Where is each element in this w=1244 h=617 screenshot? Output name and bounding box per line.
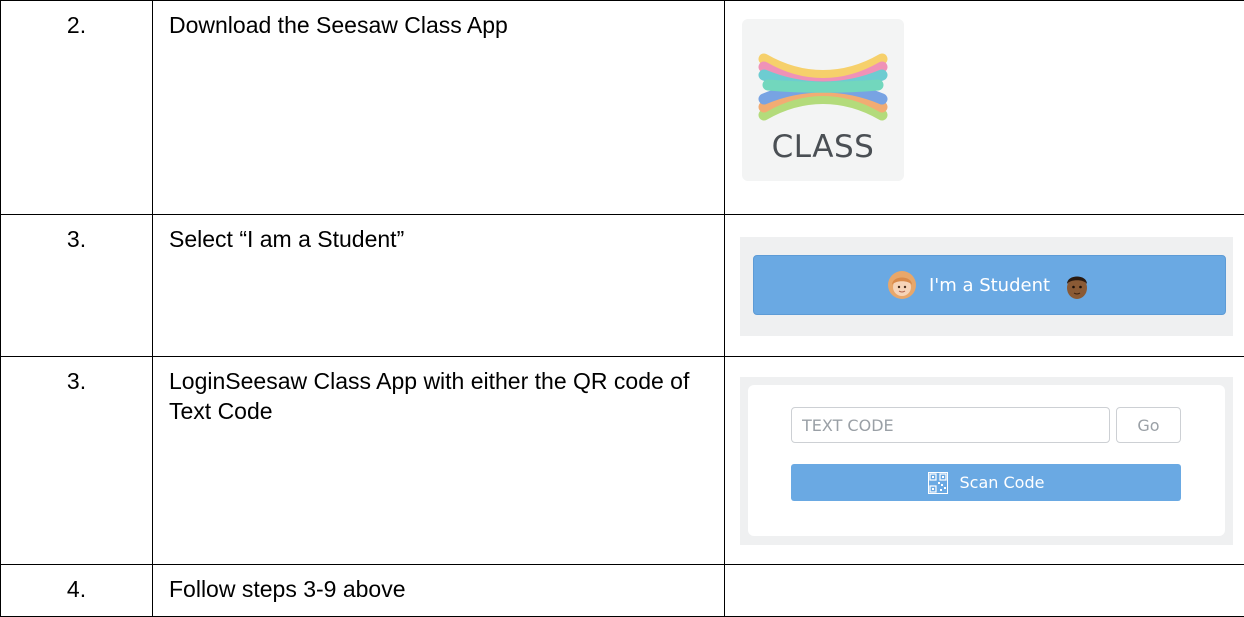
student-button-panel: I'm a Student: [740, 237, 1233, 336]
login-panel: Go: [740, 377, 1233, 545]
table-row: 4. Follow steps 3-9 above: [1, 565, 1244, 617]
step-number-cell: 3.: [1, 357, 153, 565]
step-instruction-cell: Select “I am a Student”: [153, 215, 725, 357]
table-row: 3. LoginSeesaw Class App with either the…: [1, 357, 1244, 565]
student-button-label: I'm a Student: [929, 275, 1050, 296]
login-card: Go: [748, 385, 1225, 536]
im-a-student-button[interactable]: I'm a Student: [753, 255, 1226, 315]
step-instruction-cell: Download the Seesaw Class App: [153, 1, 725, 215]
step-instruction: Select “I am a Student”: [153, 215, 724, 254]
girl-avatar-icon: [887, 270, 917, 300]
seesaw-class-app-icon: CLASS: [742, 19, 904, 181]
step-number: 4.: [1, 565, 152, 604]
step-instruction: Follow steps 3-9 above: [153, 565, 724, 604]
step-visual-cell: I'm a Student: [725, 215, 1244, 357]
step-visual-cell: [725, 565, 1244, 617]
step-instruction-cell: Follow steps 3-9 above: [153, 565, 725, 617]
table-row: 2. Download the Seesaw Class App: [1, 1, 1244, 215]
step-instruction: Download the Seesaw Class App: [153, 1, 724, 40]
boy-avatar-icon: [1062, 270, 1092, 300]
app-icon-label: CLASS: [742, 129, 904, 165]
step-instruction: LoginSeesaw Class App with either the QR…: [153, 357, 724, 426]
scan-code-label: Scan Code: [960, 473, 1045, 492]
text-code-input[interactable]: [791, 407, 1110, 443]
step-number: 2.: [1, 1, 152, 40]
step-visual-cell: Go: [725, 357, 1244, 565]
step-number-cell: 2.: [1, 1, 153, 215]
step-number-cell: 3.: [1, 215, 153, 357]
step-number-cell: 4.: [1, 565, 153, 617]
step-visual-cell: CLASS: [725, 1, 1244, 215]
go-button[interactable]: Go: [1116, 407, 1181, 443]
step-instruction-cell: LoginSeesaw Class App with either the QR…: [153, 357, 725, 565]
scan-code-button[interactable]: Scan Code: [791, 464, 1181, 501]
qr-code-icon: [928, 472, 948, 494]
step-number: 3.: [1, 215, 152, 254]
step-number: 3.: [1, 357, 152, 396]
table-row: 3. Select “I am a Student” I'm a Student: [1, 215, 1244, 357]
steps-table: 2. Download the Seesaw Class App: [0, 0, 1244, 617]
